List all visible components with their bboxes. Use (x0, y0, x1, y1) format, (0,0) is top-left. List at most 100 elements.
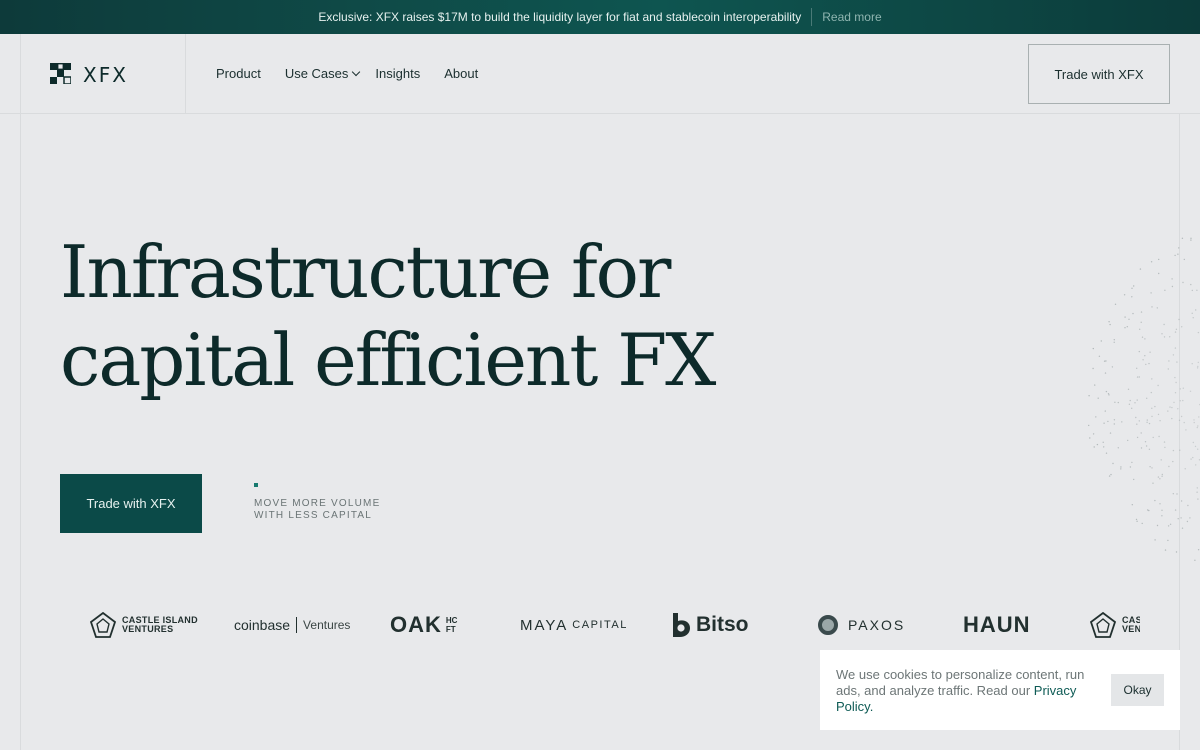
paxos-ring-icon (818, 615, 838, 635)
nav-item-about[interactable]: About (444, 66, 478, 81)
globe-dot (1104, 410, 1106, 412)
globe-dot (1163, 336, 1166, 338)
globe-dot (1177, 408, 1179, 410)
coinbase-ventures-logo: coinbase Ventures (234, 600, 350, 650)
globe-dot (1178, 419, 1181, 421)
globe-dot (1148, 422, 1151, 425)
globe-dot (1094, 384, 1096, 386)
globe-dot (1148, 509, 1150, 512)
globe-dot (1186, 520, 1189, 523)
cookie-okay-button[interactable]: Okay (1111, 674, 1164, 706)
globe-dot (1150, 261, 1153, 263)
castle-island-icon (90, 612, 116, 638)
globe-dot (1144, 441, 1147, 443)
globe-dot (1113, 423, 1115, 425)
globe-dot (1161, 515, 1163, 517)
globe-dot (1171, 406, 1173, 409)
castle-island-repeat-line-2: VEN (1122, 624, 1140, 634)
coinbase-divider (296, 617, 298, 633)
globe-dot (1136, 423, 1138, 425)
globe-dot (1089, 437, 1091, 439)
paxos-wordmark: PAXOS (848, 617, 906, 633)
read-more-link[interactable]: Read more (812, 10, 881, 24)
globe-dot (1133, 478, 1135, 481)
globe-dot (1172, 460, 1174, 463)
globe-dot (1169, 336, 1171, 338)
nav-item-product[interactable]: Product (216, 66, 261, 81)
coinbase-ventures-text: Ventures (303, 618, 351, 632)
globe-dot (1171, 278, 1173, 280)
globe-dot (1194, 445, 1197, 448)
logo-cell[interactable]: XFX (21, 34, 186, 113)
nav-item-use-cases-label: Use Cases (284, 66, 349, 81)
globe-dot (1174, 331, 1177, 333)
globe-dot (1156, 307, 1158, 309)
globe-dot (1128, 318, 1130, 320)
globe-dot (1100, 340, 1102, 342)
globe-dot (1133, 285, 1135, 287)
globe-dot (1177, 518, 1179, 520)
globe-dot (1156, 524, 1159, 527)
globe-dot (1136, 436, 1139, 439)
globe-dot (1171, 285, 1174, 288)
globe-dot (1111, 366, 1114, 368)
globe-dot (1108, 321, 1110, 323)
globe-dot (1178, 247, 1180, 249)
tagline-line-2: WITH LESS CAPITAL (254, 510, 373, 521)
globe-dot (1108, 394, 1110, 396)
globe-dot (1136, 367, 1138, 369)
globe-dot (1194, 559, 1196, 561)
globe-dot (1124, 316, 1126, 318)
header-trade-button[interactable]: Trade with XFX (1028, 44, 1170, 104)
globe-dot (1196, 491, 1198, 493)
haun-logo: HAUN (963, 600, 1031, 650)
globe-dot (1172, 449, 1175, 452)
globe-dot (1197, 331, 1200, 334)
globe-dot (1174, 392, 1177, 394)
globe-dot (1096, 443, 1099, 446)
globe-dot (1190, 239, 1192, 241)
castle-island-logo-repeat: CAS VEN (1090, 600, 1140, 650)
globe-dot (1140, 321, 1142, 323)
globe-dot (1135, 518, 1138, 521)
globe-dot (1192, 456, 1194, 459)
globe-dot (1180, 517, 1182, 519)
nav-item-insights[interactable]: Insights (375, 66, 420, 81)
globe-dot (1172, 493, 1174, 495)
globe-dot (1149, 351, 1151, 353)
globe-dot (1131, 504, 1133, 506)
globe-dot (1112, 462, 1114, 465)
globe-dot (1150, 391, 1152, 394)
nav-item-use-cases[interactable]: Use Cases (284, 66, 361, 81)
tagline-line-1: MOVE MORE VOLUME (254, 498, 381, 509)
globe-dot (1167, 539, 1169, 542)
coinbase-wordmark: coinbase (234, 617, 291, 633)
globe-dot (1123, 294, 1126, 296)
globe-dot (1093, 446, 1095, 448)
hero-tagline: MOVE MORE VOLUME WITH LESS CAPITAL (254, 498, 414, 522)
globe-dot (1174, 509, 1177, 511)
globe-dot (1131, 287, 1133, 289)
globe-dot (1151, 407, 1153, 409)
globe-dot (1180, 500, 1183, 502)
globe-dot (1182, 281, 1184, 284)
globe-dot (1191, 363, 1193, 365)
globe-dot (1148, 362, 1150, 365)
hero-trade-button[interactable]: Trade with XFX (60, 474, 202, 533)
globe-dot (1159, 420, 1161, 422)
globe-dot (1145, 445, 1148, 447)
chevron-down-icon (352, 67, 361, 76)
site-header: XFX Product Use Cases Insights About Tra… (0, 34, 1200, 114)
globe-dot (1151, 306, 1153, 308)
globe-dot (1163, 441, 1166, 443)
globe-dot (1113, 341, 1115, 343)
globe-dot (1113, 339, 1115, 341)
globe-dot (1128, 403, 1131, 405)
maya-capital-text: CAPITAL (572, 619, 628, 631)
globe-dot (1174, 347, 1177, 349)
hero-title: Infrastructure for capital efficient FX (60, 228, 820, 404)
globe-dot (1178, 318, 1180, 321)
globe-dot (1131, 296, 1133, 298)
globe-dot (1141, 336, 1144, 338)
globe-dot (1131, 407, 1133, 409)
